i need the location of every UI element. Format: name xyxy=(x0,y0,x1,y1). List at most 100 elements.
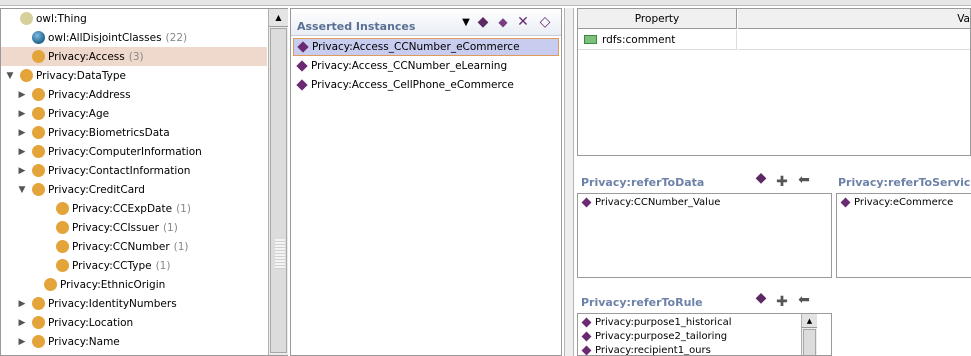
instance-item[interactable]: Privacy:Access_CCNumber_eLearning xyxy=(293,57,559,75)
refer-to-service-title: Privacy:referToService xyxy=(838,176,971,189)
tree-item-label: Privacy:Location xyxy=(48,316,134,329)
list-item-label: Privacy:purpose2_tailoring xyxy=(595,330,728,342)
instance-label: Privacy:Access_CCNumber_eCommerce xyxy=(312,41,520,53)
class-icon xyxy=(32,335,45,348)
list-item[interactable]: Privacy:eCommerce xyxy=(838,195,953,209)
asserted-instances-panel: Asserted Instances ▼ ◆ ◆ ✕ ◇ Privacy:Acc… xyxy=(290,8,562,356)
tree-item-label: Privacy:CCNumber xyxy=(72,240,170,253)
class-icon xyxy=(20,69,33,82)
class-icon xyxy=(44,278,57,291)
instances-header: Asserted Instances ▼ ◆ ◆ ✕ ◇ xyxy=(291,9,561,36)
property-value-cell[interactable] xyxy=(738,30,970,50)
tree-item[interactable]: ▶ Privacy:BiometricsData xyxy=(1,123,267,142)
collapse-arrow-icon[interactable]: ▼ xyxy=(16,185,28,195)
tree-item-label: owl:AllDisjointClasses xyxy=(48,31,162,44)
tree-item[interactable]: Privacy:EthnicOrigin xyxy=(1,275,267,294)
add-rule-value-icon[interactable]: ✚ xyxy=(773,294,791,310)
class-icon xyxy=(32,107,45,120)
tree-item[interactable]: ▼ Privacy:CreditCard xyxy=(1,180,267,199)
instance-count: (3) xyxy=(128,50,144,63)
expand-arrow-icon[interactable]: ▶ xyxy=(16,147,28,157)
scroll-grip-icon xyxy=(275,239,285,269)
tree-item[interactable]: Privacy:CCIssuer (1) xyxy=(1,218,267,237)
tree-item[interactable]: ▶ Privacy:Name xyxy=(1,332,267,351)
remove-rule-value-icon[interactable]: ⬅ xyxy=(795,292,813,308)
diamond-icon[interactable]: ◆ xyxy=(495,14,511,30)
add-value-icon[interactable]: ✚ xyxy=(773,174,791,190)
expand-arrow-icon[interactable]: ▶ xyxy=(16,166,28,176)
tree-item[interactable]: owl:Thing xyxy=(1,9,267,28)
tree-item-label: owl:Thing xyxy=(36,12,87,25)
refer-to-data-list[interactable]: Privacy:CCNumber_Value xyxy=(577,193,832,278)
tree-item[interactable]: ▼ Privacy:DataType xyxy=(1,66,267,85)
remove-value-icon[interactable]: ⬅ xyxy=(795,172,813,188)
expand-arrow-icon[interactable]: ▶ xyxy=(16,337,28,347)
scroll-up-arrow-icon[interactable]: ▲ xyxy=(269,9,288,27)
tree-item[interactable]: ▶ Privacy:ComputerInformation xyxy=(1,142,267,161)
instance-item[interactable]: Privacy:Access_CellPhone_eCommerce xyxy=(293,76,559,94)
annotation-property-icon xyxy=(584,35,597,44)
tree-item-label: Privacy:EthnicOrigin xyxy=(60,278,166,291)
class-icon xyxy=(32,297,45,310)
instance-diamond-icon xyxy=(581,317,592,327)
class-icon xyxy=(32,183,45,196)
list-item[interactable]: Privacy:purpose1_historical xyxy=(579,315,732,329)
create-instance-icon[interactable]: ◆ xyxy=(475,14,491,30)
tree-item[interactable]: Privacy:Access (3) xyxy=(1,47,267,66)
table-row[interactable]: rdfs:comment xyxy=(578,30,737,50)
tree-item[interactable]: ▶ Privacy:Address xyxy=(1,85,267,104)
expand-arrow-icon[interactable]: ▶ xyxy=(16,109,28,119)
refer-to-rule-list[interactable]: Privacy:purpose1_historical Privacy:purp… xyxy=(577,313,832,356)
expand-arrow-icon[interactable]: ▶ xyxy=(16,90,28,100)
class-tree[interactable]: owl:Thing owl:AllDisjointClasses (22) Priva… xyxy=(0,8,288,356)
class-icon xyxy=(32,50,45,63)
tree-item[interactable]: owl:AllDisjointClasses (22) xyxy=(1,28,267,47)
class-icon xyxy=(32,164,45,177)
rule-list-scrollbar[interactable]: ▲ xyxy=(801,314,817,355)
scroll-up-arrow-icon[interactable]: ▲ xyxy=(802,314,817,328)
value-column-header[interactable]: Va xyxy=(738,9,970,29)
tree-item[interactable]: ▶ Privacy:ContactInformation xyxy=(1,161,267,180)
tree-item-label: Privacy:Name xyxy=(48,335,120,348)
tree-item[interactable]: ▶ Privacy:IdentityNumbers xyxy=(1,294,267,313)
instance-label: Privacy:Access_CCNumber_eLearning xyxy=(311,60,508,72)
tree-item[interactable]: ▶ Privacy:Location xyxy=(1,313,267,332)
list-item[interactable]: Privacy:purpose2_tailoring xyxy=(579,329,727,343)
create-value-icon[interactable]: ◆ xyxy=(752,170,770,186)
instance-count: (1) xyxy=(176,202,191,215)
create-rule-value-icon[interactable]: ◆ xyxy=(752,290,770,306)
list-item[interactable]: Privacy:recipient1_ours xyxy=(579,343,711,355)
globe-icon xyxy=(32,31,45,44)
class-icon xyxy=(20,12,33,25)
diamond-outline-icon[interactable]: ◇ xyxy=(537,14,553,30)
tree-item[interactable]: Privacy:CCType (1) xyxy=(1,256,267,275)
tree-item[interactable]: ▶ Privacy:Age xyxy=(1,104,267,123)
expand-arrow-icon[interactable]: ▶ xyxy=(16,128,28,138)
list-item-label: Privacy:eCommerce xyxy=(854,196,954,208)
tree-item[interactable]: Privacy:CCExpDate (1) xyxy=(1,199,267,218)
delete-icon[interactable]: ✕ xyxy=(515,14,531,30)
instance-diamond-icon xyxy=(296,60,308,72)
tree-item-label: Privacy:IdentityNumbers xyxy=(48,297,177,310)
list-item[interactable]: Privacy:CCNumber_Value xyxy=(579,195,720,209)
tree-item-label: Privacy:CCType xyxy=(72,259,152,272)
expand-arrow-icon[interactable]: ▶ xyxy=(16,299,28,309)
tree-item-label: Privacy:Access xyxy=(48,50,125,63)
class-tree-scrollbar[interactable]: ▲ xyxy=(268,9,288,355)
collapse-arrow-icon[interactable]: ▼ xyxy=(4,71,16,81)
class-icon xyxy=(56,202,69,215)
property-column-header[interactable]: Property xyxy=(578,9,737,29)
instance-item[interactable]: Privacy:Access_CCNumber_eCommerce xyxy=(293,38,559,56)
scroll-thumb[interactable] xyxy=(270,28,287,353)
instance-diamond-icon xyxy=(581,345,592,355)
dropdown-icon[interactable]: ▼ xyxy=(458,15,474,31)
expand-arrow-icon[interactable]: ▶ xyxy=(16,318,28,328)
class-icon xyxy=(56,240,69,253)
panel-splitter[interactable] xyxy=(564,8,574,356)
property-table: Property Va rdfs:comment xyxy=(577,8,971,156)
instance-count: (22) xyxy=(165,31,188,44)
refer-to-service-list[interactable]: Privacy:eCommerce xyxy=(836,193,971,278)
instance-diamond-icon xyxy=(840,197,851,207)
scroll-thumb[interactable] xyxy=(803,329,816,355)
tree-item[interactable]: Privacy:CCNumber (1) xyxy=(1,237,267,256)
